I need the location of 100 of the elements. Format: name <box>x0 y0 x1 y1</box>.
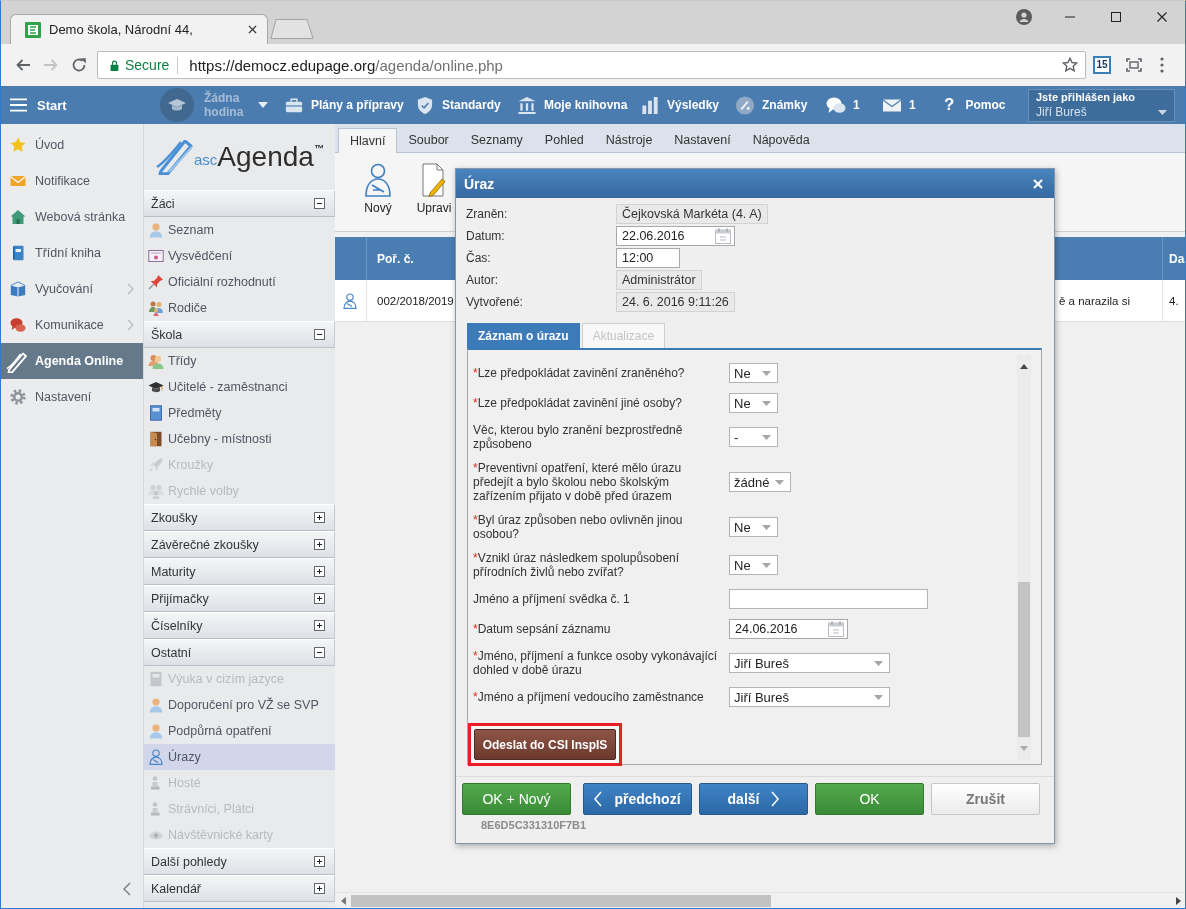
text-input[interactable] <box>729 589 928 609</box>
sidebar-item[interactable]: Třídní kniha <box>1 235 143 271</box>
sidebar-item[interactable]: Vyučování <box>1 271 143 307</box>
scrollbar-track[interactable] <box>335 892 1185 908</box>
section-header[interactable]: Maturity <box>144 558 335 585</box>
section-header[interactable]: Ostatní <box>144 639 335 666</box>
section-header[interactable]: Další pohledy <box>144 848 335 875</box>
maximize-icon[interactable] <box>1111 12 1121 22</box>
next-button[interactable]: další <box>699 783 808 815</box>
agenda-item[interactable]: Předměty <box>144 400 335 426</box>
ribbon-tab[interactable]: Seznamy <box>459 128 534 152</box>
agenda-item[interactable]: Úrazy <box>144 744 335 770</box>
sidebar-item[interactable]: Nastavení <box>1 379 143 415</box>
dropdown[interactable]: Ne <box>729 517 778 537</box>
scrollbar-track[interactable] <box>1017 355 1031 760</box>
agenda-item[interactable]: Doporučení pro VŽ se SVP <box>144 692 335 718</box>
ribbon-tab[interactable]: Pohled <box>533 128 595 152</box>
dropdown[interactable]: Ne <box>729 363 778 383</box>
nav-link[interactable]: Výsledky <box>640 95 720 115</box>
close-icon[interactable] <box>1157 12 1167 22</box>
mail-link[interactable]: 1 <box>882 95 916 115</box>
agenda-item[interactable]: Seznam <box>144 217 335 243</box>
section-header[interactable]: Kalendář <box>144 875 335 902</box>
caret-down-icon <box>762 400 771 406</box>
ribbon-tab[interactable]: Nástroje <box>594 128 664 152</box>
minus-box-icon[interactable] <box>314 329 325 340</box>
plus-box-icon[interactable] <box>314 593 325 604</box>
ok-button[interactable]: OK <box>815 783 924 815</box>
section-header[interactable]: Přijímačky <box>144 585 335 612</box>
back-arrow-icon[interactable] <box>15 57 31 73</box>
section-header[interactable]: Žáci <box>144 190 335 217</box>
section-header[interactable]: Závěrečné zkoušky <box>144 531 335 558</box>
text-input[interactable]: 12:00 <box>616 248 680 268</box>
profile-icon[interactable] <box>1016 9 1032 25</box>
sidebar-item[interactable]: Webová stránka <box>1 199 143 235</box>
dropdown[interactable]: Jiří Bureš <box>729 687 890 707</box>
dropdown[interactable]: Ne <box>729 393 778 413</box>
envelope-icon <box>10 173 26 189</box>
plus-box-icon[interactable] <box>314 883 325 894</box>
dropdown[interactable]: Ne <box>729 555 778 575</box>
nav-link[interactable]: Plány a přípravy <box>284 95 404 115</box>
sidebar-item[interactable]: Komunikace <box>1 307 143 343</box>
nav-link[interactable]: Moje knihovna <box>517 95 628 115</box>
browser-tab[interactable]: Demo škola, Národní 44, <box>10 14 268 44</box>
up-arrow-icon[interactable] <box>1020 364 1028 369</box>
edit-button[interactable]: Upravi <box>414 163 454 215</box>
plus-box-icon[interactable] <box>314 620 325 631</box>
agenda-item[interactable]: Vysvědčení <box>144 243 335 269</box>
date-input[interactable]: 24.06.2016 <box>729 619 848 639</box>
agenda-item[interactable]: Oficiální rozhodnutí <box>144 269 335 295</box>
plus-box-icon[interactable] <box>314 566 325 577</box>
agenda-item[interactable]: Podpůrná opatření <box>144 718 335 744</box>
scrollbar-thumb[interactable] <box>351 894 771 907</box>
section-header[interactable]: Číselníky <box>144 612 335 639</box>
cancel-button[interactable]: Zrušit <box>931 783 1040 815</box>
star-icon[interactable] <box>1062 57 1078 73</box>
scrollbar-thumb[interactable] <box>1018 582 1030 737</box>
left-arrow-icon[interactable] <box>341 896 346 905</box>
ok-new-button[interactable]: OK + Nový <box>462 783 571 815</box>
more-options-icon[interactable] <box>1160 57 1164 73</box>
section-header[interactable]: Škola <box>144 321 335 348</box>
plus-box-icon[interactable] <box>314 856 325 867</box>
calendar-extension-button[interactable]: 15 <box>1093 56 1111 74</box>
dialog-tab[interactable]: Záznam o úrazu <box>467 323 580 348</box>
ribbon-tab[interactable]: Nápověda <box>741 128 821 152</box>
section-header[interactable]: Zkoušky <box>144 504 335 531</box>
help-link[interactable]: ? Pomoc <box>940 95 1006 115</box>
nav-link[interactable]: Známky <box>735 95 808 115</box>
previous-button[interactable]: předchozí <box>583 783 692 815</box>
screen-icon[interactable] <box>1126 57 1142 73</box>
sidebar-item[interactable]: Úvod <box>1 127 143 163</box>
dropdown[interactable]: žádné <box>729 472 792 492</box>
user-menu[interactable]: Jste přihlášen jako Jiří Bureš <box>1028 88 1175 122</box>
dropdown[interactable]: Jiří Bureš <box>729 653 890 673</box>
nav-link[interactable]: Standardy <box>415 95 501 115</box>
minus-box-icon[interactable] <box>314 647 325 658</box>
messages-link[interactable]: 1 <box>826 95 860 115</box>
start-menu-button[interactable]: Start <box>1 97 67 113</box>
caret-down-icon <box>762 562 771 568</box>
sidebar-item[interactable]: Agenda Online <box>1 343 143 379</box>
plus-box-icon[interactable] <box>314 512 325 523</box>
agenda-item[interactable]: Učitelé - zaměstnanci <box>144 374 335 400</box>
new-button[interactable]: Nový <box>358 163 398 215</box>
minus-box-icon[interactable] <box>314 198 325 209</box>
plus-box-icon[interactable] <box>314 539 325 550</box>
agenda-item[interactable]: Rodiče <box>144 295 335 321</box>
send-button[interactable]: Odeslat do CSI InspIS <box>474 729 616 760</box>
ribbon-tab[interactable]: Nastavení <box>663 128 742 152</box>
sidebar-item[interactable]: Notifikace <box>1 163 143 199</box>
agenda-item[interactable]: Učebny - místnosti <box>144 426 335 452</box>
agenda-item[interactable]: Třídy <box>144 348 335 374</box>
date-input[interactable]: 22.06.2016 <box>616 226 735 246</box>
reload-icon[interactable] <box>71 57 87 73</box>
ribbon-tab[interactable]: Soubor <box>397 128 460 152</box>
dropdown[interactable]: - <box>729 427 778 447</box>
close-icon[interactable] <box>248 25 257 34</box>
address-bar[interactable]: Secure https://democz.edupage.org/agenda/online.php <box>97 51 1086 79</box>
ribbon-tab[interactable]: Hlavní <box>338 128 398 153</box>
chevron-left-icon[interactable] <box>123 882 131 896</box>
right-arrow-icon[interactable] <box>1176 896 1181 905</box>
